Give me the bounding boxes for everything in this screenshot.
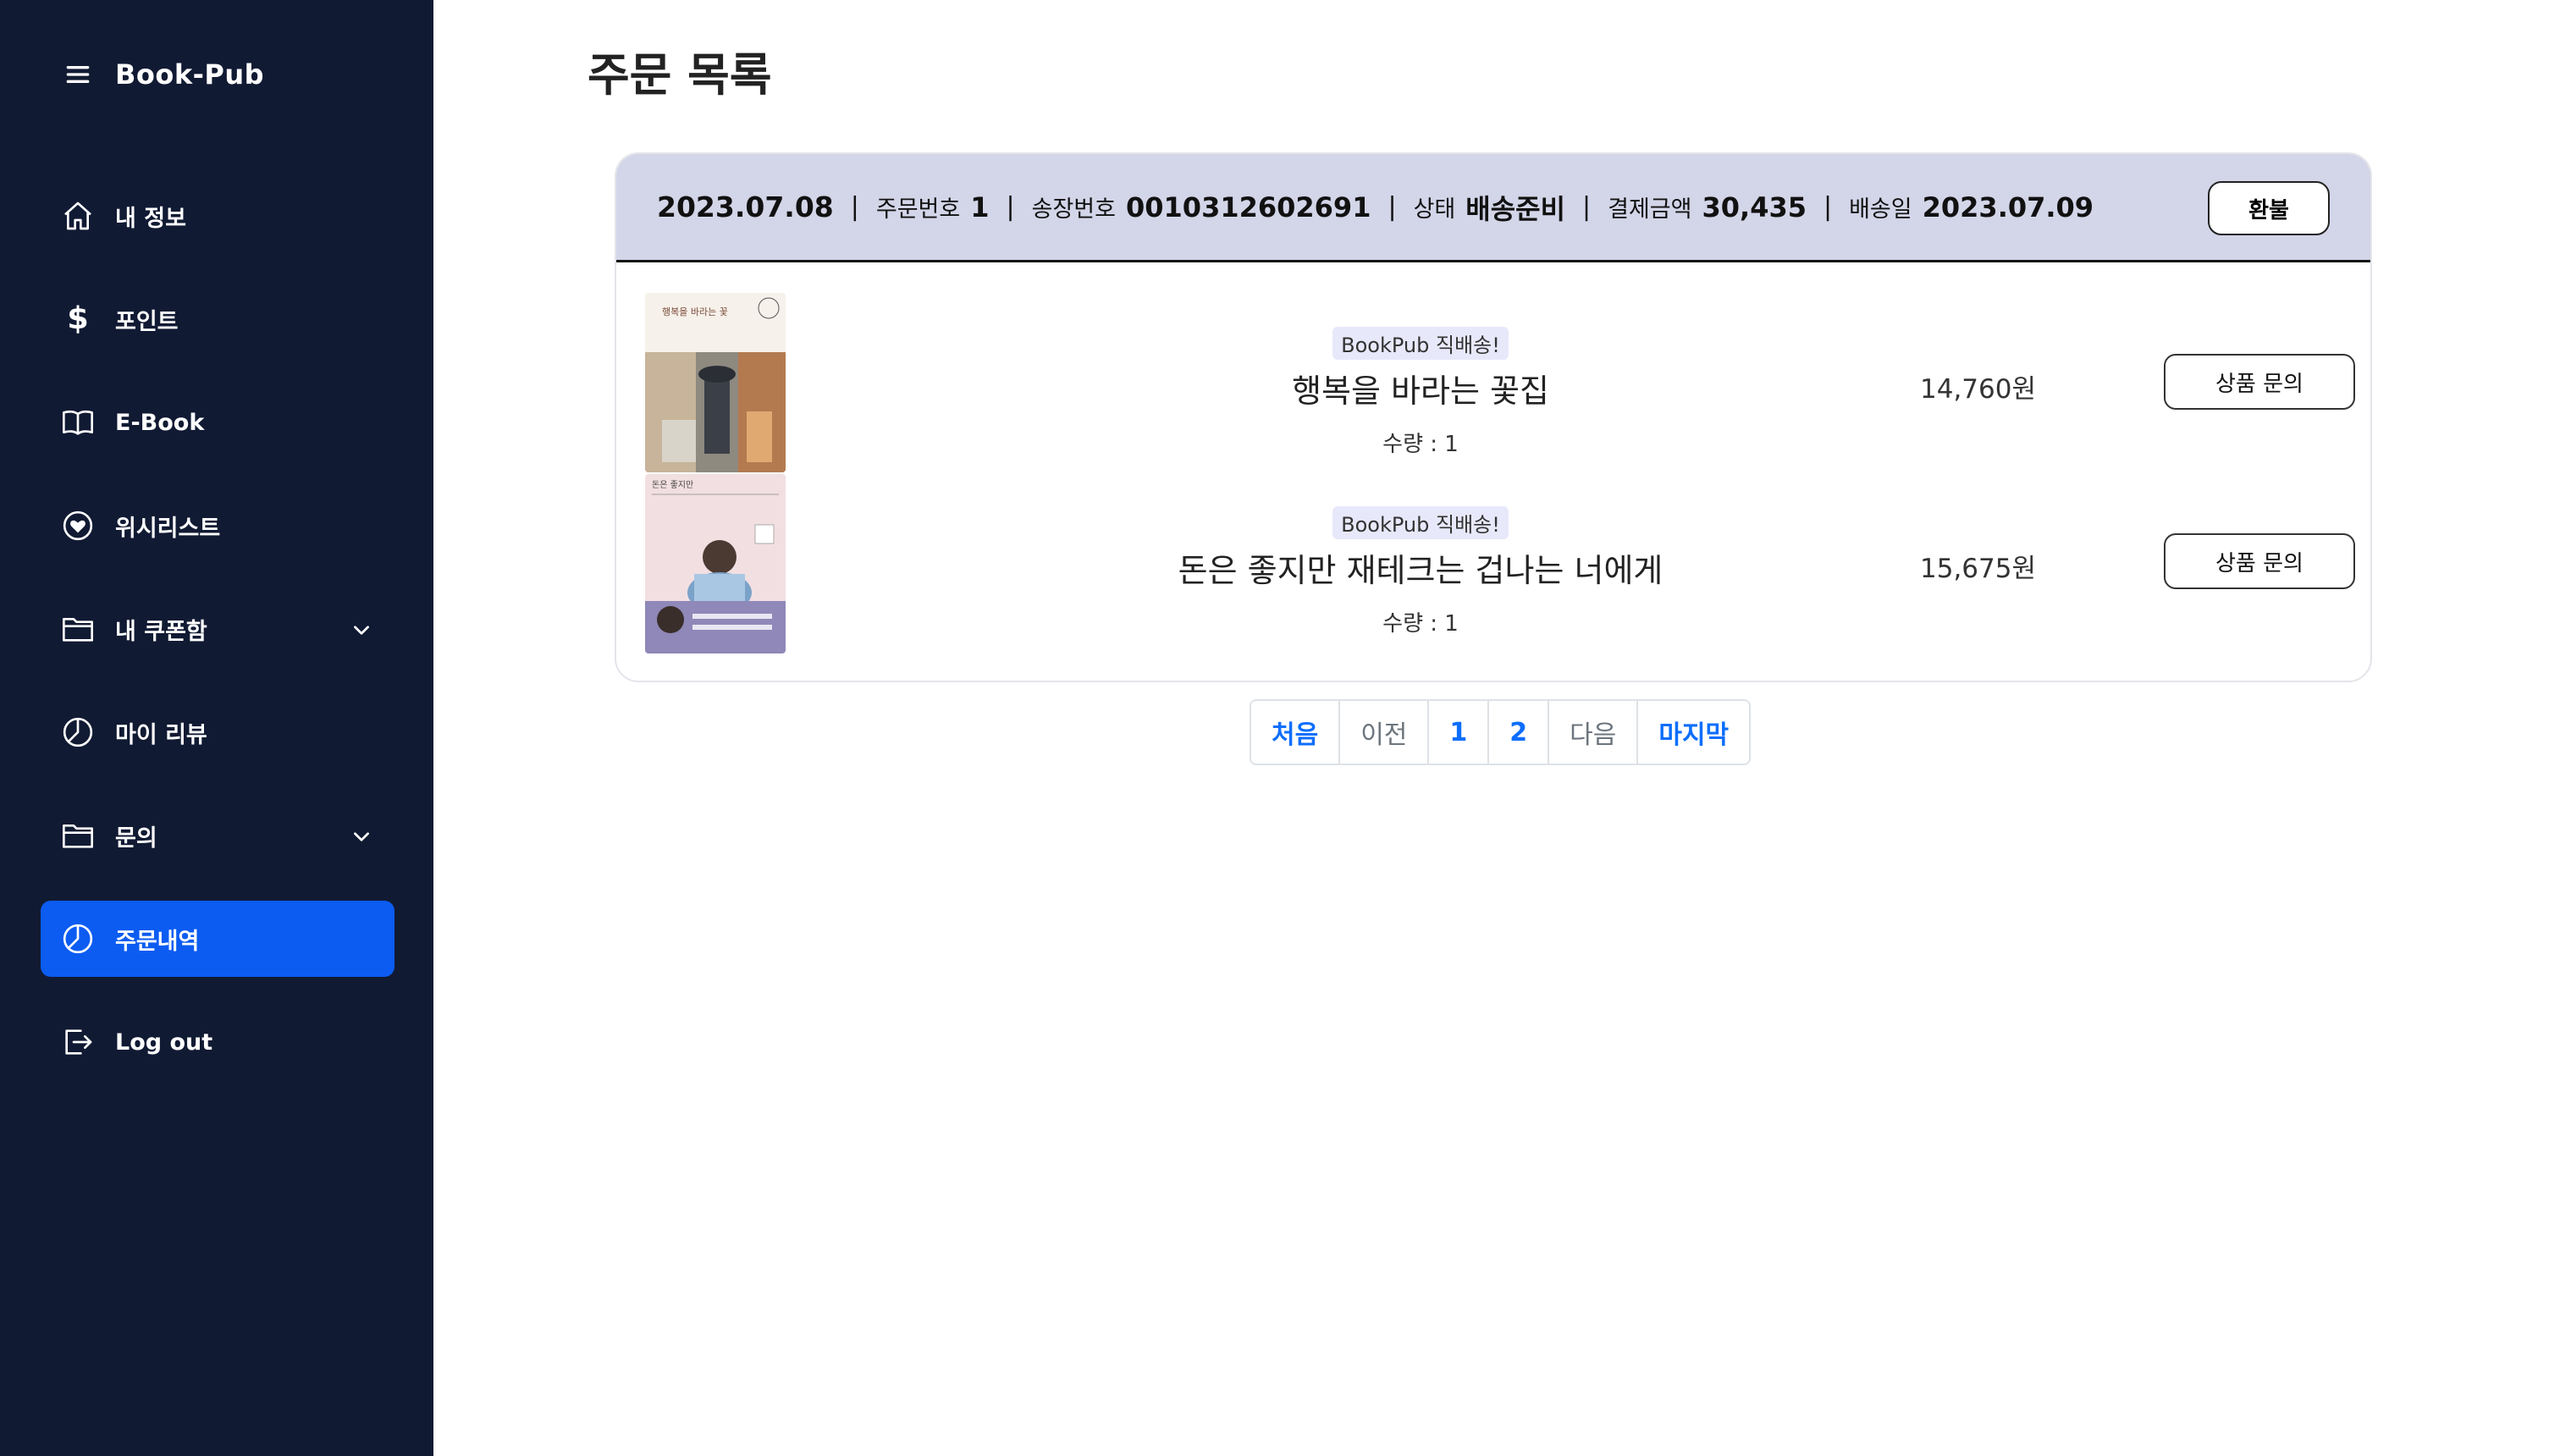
folder-icon	[63, 618, 93, 642]
page-first-button[interactable]: 처음	[1251, 701, 1341, 764]
sidebar-nav: 내 정보 $ 포인트 E-Book 위시리스트 내 쿠폰함 마이 리뷰 문의 주…	[41, 178, 394, 1107]
main-content: 주문 목록 2023.07.08 | 주문번호 1 | 송장번호 0010312…	[433, 0, 2560, 1456]
home-icon	[64, 201, 91, 230]
item-price: 14,760원	[1920, 374, 2036, 405]
sidebar-item-label: Log out	[115, 1029, 213, 1056]
heart-circle-icon	[63, 510, 93, 541]
order-date: 2023.07.08	[657, 190, 834, 223]
divider: |	[1823, 192, 1833, 222]
sidebar-item-logout[interactable]: Log out	[41, 1004, 394, 1080]
book-open-icon	[63, 410, 93, 435]
chevron-down-icon[interactable]	[350, 619, 372, 641]
pie-chart-icon	[63, 924, 93, 954]
pagination: 처음 이전 1 2 다음 마지막	[1250, 699, 1752, 765]
list-item: 돈은 좋지만 BookPub 직배송! 돈은 좋지만 재테크는 겁나는 너에게 …	[616, 474, 2370, 655]
item-title[interactable]: 행복을 바라는 꽃집	[1040, 365, 1801, 411]
shipping-badge: BookPub 직배송!	[1332, 327, 1509, 360]
sidebar-item-label: 포인트	[115, 308, 179, 335]
book-cover-1: 행복을 바라는 꽃	[645, 293, 786, 472]
divider: |	[1388, 192, 1397, 222]
product-inquiry-button[interactable]: 상품 문의	[2164, 533, 2355, 589]
payment-amount-label: 결제금액	[1608, 196, 1692, 223]
product-inquiry-button[interactable]: 상품 문의	[2164, 354, 2355, 410]
page-number-1[interactable]: 1	[1429, 701, 1490, 764]
cover-title: 돈은 좋지만	[652, 480, 693, 490]
chevron-down-icon[interactable]	[350, 825, 372, 847]
order-header: 2023.07.08 | 주문번호 1 | 송장번호 0010312602691…	[616, 154, 2370, 262]
brand: Book-Pub	[61, 58, 264, 91]
order-number-label: 주문번호	[875, 196, 961, 223]
folder-icon	[63, 825, 93, 848]
item-quantity: 수량 : 1	[1382, 611, 1459, 637]
ship-date: 2023.07.09	[1922, 190, 2094, 223]
page-number-2[interactable]: 2	[1489, 701, 1550, 764]
page-prev-button[interactable]: 이전	[1340, 701, 1430, 764]
list-item: 행복을 바라는 꽃 BookPub 직배송! 행복을 바라는 꽃집 수량: 1…	[616, 293, 2370, 474]
shipping-badge: BookPub 직배송!	[1332, 506, 1509, 539]
sidebar-item-inquiry[interactable]: 문의	[41, 797, 394, 874]
sidebar-item-orders[interactable]: 주문내역	[41, 901, 394, 977]
status-label: 상태	[1413, 196, 1456, 223]
item-info: BookPub 직배송! 돈은 좋지만 재테크는 겁나는 너에게 수량 : 1	[1040, 506, 1801, 637]
logout-icon	[65, 1029, 92, 1055]
order-items: 행복을 바라는 꽃 BookPub 직배송! 행복을 바라는 꽃집 수량: 1…	[616, 293, 2370, 655]
sidebar-item-label: 주문내역	[115, 928, 200, 955]
book-cover-2: 돈은 좋지만	[645, 474, 786, 654]
menu-icon[interactable]	[61, 58, 95, 91]
order-number: 1	[970, 190, 990, 223]
divider: |	[850, 192, 859, 222]
refund-button[interactable]: 환불	[2208, 181, 2330, 235]
sidebar-item-coupons[interactable]: 내 쿠폰함	[41, 591, 394, 667]
payment-amount: 30,435	[1702, 190, 1807, 223]
sidebar-item-my-review[interactable]: 마이 리뷰	[41, 694, 394, 770]
sidebar-item-label: E-Book	[115, 409, 205, 436]
dollar-icon: $	[67, 302, 89, 336]
sidebar-item-label: 마이 리뷰	[115, 721, 207, 748]
sidebar: Book-Pub 내 정보 $ 포인트 E-Book 위시리스트 내 쿠폰함 마…	[0, 0, 433, 1456]
order-status: 배송준비	[1465, 192, 1566, 225]
item-title[interactable]: 돈은 좋지만 재테크는 겁나는 너에게	[1040, 544, 1801, 591]
brand-name[interactable]: Book-Pub	[115, 58, 264, 91]
item-info: BookPub 직배송! 행복을 바라는 꽃집 수량 : 1	[1040, 327, 1801, 458]
pie-chart-icon	[63, 717, 93, 747]
page-last-button[interactable]: 마지막	[1638, 701, 1750, 764]
tracking-number-label: 송장번호	[1031, 196, 1116, 223]
divider: |	[1582, 192, 1592, 222]
page-title: 주문 목록	[588, 48, 772, 102]
tracking-number: 0010312602691	[1126, 190, 1371, 223]
sidebar-item-label: 문의	[115, 825, 157, 852]
book-cover-image[interactable]: 행복을 바라는 꽃	[645, 293, 786, 472]
sidebar-item-points[interactable]: $ 포인트	[41, 281, 394, 357]
page-next-button[interactable]: 다음	[1549, 701, 1639, 764]
ship-date-label: 배송일	[1849, 196, 1912, 223]
item-quantity: 수량 : 1	[1382, 432, 1459, 457]
sidebar-item-label: 내 쿠폰함	[115, 618, 207, 645]
sidebar-item-ebook[interactable]: E-Book	[41, 384, 394, 461]
svg-text:$: $	[67, 302, 89, 336]
cover-title: 행복을 바라는 꽃	[662, 306, 728, 317]
order-card: 2023.07.08 | 주문번호 1 | 송장번호 0010312602691…	[615, 152, 2372, 682]
sidebar-item-my-info[interactable]: 내 정보	[41, 178, 394, 254]
item-price: 15,675원	[1920, 554, 2036, 584]
book-cover-image[interactable]: 돈은 좋지만	[645, 474, 786, 654]
sidebar-item-label: 내 정보	[115, 205, 186, 232]
sidebar-item-label: 위시리스트	[115, 515, 221, 542]
divider: |	[1006, 192, 1015, 222]
sidebar-item-wishlist[interactable]: 위시리스트	[41, 488, 394, 564]
